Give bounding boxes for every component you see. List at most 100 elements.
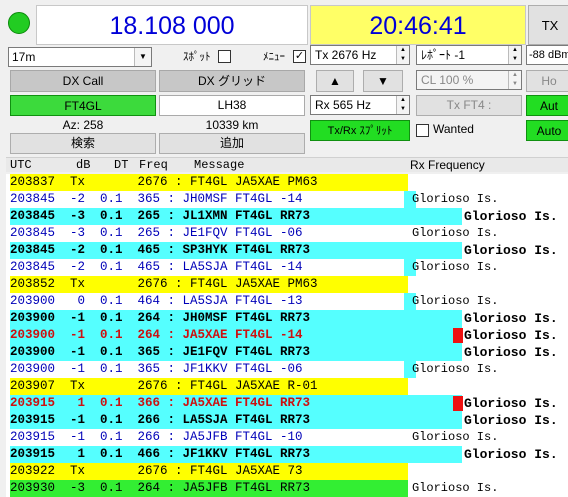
list-item[interactable]: 203915 -1 0.1 266 : JA5JFB FT4GL -10 Glo… xyxy=(6,429,568,446)
list-item[interactable]: 203837 Tx 2676 : FT4GL JA5XAE PM63 xyxy=(6,174,568,191)
tx-frequency-value: Tx 2676 Hz xyxy=(315,48,377,62)
status-lamp-icon xyxy=(8,12,30,34)
list-item[interactable]: 203915 -1 0.1 266 : LA5SJA FT4GL RR73 Gl… xyxy=(6,412,568,429)
report-value: ﾚﾎﾟｰﾄ -1 xyxy=(421,48,466,62)
row-text: 203837 Tx 2676 : FT4GL JA5XAE PM63 xyxy=(10,175,318,189)
menu-label: ﾒﾆｭｰ xyxy=(263,51,285,63)
list-item[interactable]: 203845 -3 0.1 265 : JE1FQV FT4GL -06 Glo… xyxy=(6,225,568,242)
row-location: Glorioso Is. xyxy=(464,311,558,326)
rx-frequency-value: Rx 565 Hz xyxy=(315,98,372,112)
decode-list-header: UTC dB DT Freq Message Rx Frequency xyxy=(6,157,568,172)
row-text: 203900 0 0.1 464 : LA5SJA FT4GL -13 xyxy=(10,294,303,308)
list-item[interactable]: 203900 -1 0.1 365 : JF1KKV FT4GL -06 Glo… xyxy=(6,361,568,378)
spin-arrows-icon: ▲ ▼ xyxy=(396,46,409,64)
row-text: 203915 -1 0.1 266 : LA5SJA FT4GL RR73 xyxy=(10,413,311,427)
col-dt: DT xyxy=(114,158,129,172)
decode-list[interactable]: 203837 Tx 2676 : FT4GL JA5XAE PM63 20384… xyxy=(6,174,568,497)
list-item[interactable]: 203900 -1 0.1 264 : JH0MSF FT4GL RR73 Gl… xyxy=(6,310,568,327)
add-button[interactable]: 追加 xyxy=(159,133,305,154)
spot-label: ｽﾎﾟｯﾄ xyxy=(183,51,211,63)
utc-clock-display: 20:46:41 xyxy=(310,5,526,45)
dx-grid-field[interactable]: LH38 xyxy=(159,95,305,116)
menu-checkbox[interactable]: ✓ xyxy=(293,50,306,63)
row-location: Glorioso Is. xyxy=(412,481,499,495)
row-text: 203845 -2 0.1 465 : LA5SJA FT4GL -14 xyxy=(10,260,303,274)
tx-ft4-button[interactable]: Tx FT4 : xyxy=(416,95,522,116)
power-readout: -88 dBm xyxy=(526,45,568,65)
lookup-button[interactable]: 検索 xyxy=(10,133,156,154)
row-text: 203930 -3 0.1 264 : JA5JFB FT4GL RR73 xyxy=(10,481,311,495)
list-item[interactable]: 203900 -1 0.1 365 : JE1FQV FT4GL RR73 Gl… xyxy=(6,344,568,361)
row-text: 203845 -3 0.1 265 : JL1XMN FT4GL RR73 xyxy=(10,209,311,223)
dx-grid-button[interactable]: DX グリッド xyxy=(159,70,305,92)
list-item[interactable]: 203930 -3 0.1 264 : JA5JFB FT4GL RR73 Gl… xyxy=(6,480,568,497)
row-text: 203845 -2 0.1 365 : JH0MSF FT4GL -14 xyxy=(10,192,303,206)
auto-button[interactable]: Auto xyxy=(526,120,568,141)
row-text: 203900 -1 0.1 365 : JE1FQV FT4GL RR73 xyxy=(10,345,311,359)
wanted-checkbox[interactable] xyxy=(416,124,429,137)
cl-spinbox[interactable]: CL 100 % ▲ ▼ xyxy=(416,70,522,90)
row-text: 203915 1 0.1 466 : JF1KKV FT4GL RR73 xyxy=(10,447,311,461)
dial-frequency-display: 18.108 000 xyxy=(36,5,308,45)
auto-seq-button[interactable]: Aut xyxy=(526,95,568,116)
col-freq: Freq xyxy=(139,158,168,172)
row-location: Glorioso Is. xyxy=(412,192,499,206)
hold-button[interactable]: Ho xyxy=(526,70,568,92)
row-text: 203922 Tx 2676 : FT4GL JA5XAE 73 xyxy=(10,464,303,478)
tx-button[interactable]: TX xyxy=(528,5,568,45)
azimuth-readout: Az: 258 xyxy=(62,118,104,132)
row-location: Glorioso Is. xyxy=(464,413,558,428)
row-text: 203915 -1 0.1 266 : JA5JFB FT4GL -10 xyxy=(10,430,303,444)
list-item[interactable]: 203852 Tx 2676 : FT4GL JA5XAE PM63 xyxy=(6,276,568,293)
row-location: Glorioso Is. xyxy=(412,294,499,308)
row-location: Glorioso Is. xyxy=(412,226,499,240)
spin-arrows-icon: ▲ ▼ xyxy=(396,96,409,114)
row-text: 203900 -1 0.1 365 : JF1KKV FT4GL -06 xyxy=(10,362,303,376)
row-text: 203907 Tx 2676 : FT4GL JA5XAE R-01 xyxy=(10,379,318,393)
list-item[interactable]: 203915 1 0.1 366 : JA5XAE FT4GL RR73 Glo… xyxy=(6,395,568,412)
band-select-value: 17m xyxy=(12,50,36,64)
alert-marker-icon xyxy=(453,328,463,343)
dx-call-field[interactable]: FT4GL xyxy=(10,95,156,116)
col-db: dB xyxy=(76,158,91,172)
row-location: Glorioso Is. xyxy=(464,396,558,411)
row-text: 203852 Tx 2676 : FT4GL JA5XAE PM63 xyxy=(10,277,318,291)
distance-readout: 10339 km xyxy=(205,118,259,132)
chevron-down-icon: ▼ xyxy=(134,48,151,66)
row-location: Glorioso Is. xyxy=(412,430,499,444)
row-location: Glorioso Is. xyxy=(464,328,558,343)
row-location: Glorioso Is. xyxy=(412,260,499,274)
list-item[interactable]: 203845 -3 0.1 265 : JL1XMN FT4GL RR73 Gl… xyxy=(6,208,568,225)
row-text: 203900 -1 0.1 264 : JA5XAE FT4GL -14 xyxy=(10,328,303,342)
row-location: Glorioso Is. xyxy=(464,209,558,224)
list-item[interactable]: 203915 1 0.1 466 : JF1KKV FT4GL RR73 Glo… xyxy=(6,446,568,463)
report-spinbox[interactable]: ﾚﾎﾟｰﾄ -1 ▲ ▼ xyxy=(416,45,522,65)
col-utc: UTC xyxy=(10,158,32,172)
row-text: 203900 -1 0.1 264 : JH0MSF FT4GL RR73 xyxy=(10,311,311,325)
list-item[interactable]: 203845 -2 0.1 465 : LA5SJA FT4GL -14 Glo… xyxy=(6,259,568,276)
row-location: Glorioso Is. xyxy=(464,345,558,360)
tx-down-button[interactable]: ▼ xyxy=(363,70,403,92)
row-location: Glorioso Is. xyxy=(464,243,558,258)
row-location: Glorioso Is. xyxy=(464,447,558,462)
band-select[interactable]: 17m ▼ xyxy=(8,47,152,67)
tx-frequency-spinbox[interactable]: Tx 2676 Hz ▲ ▼ xyxy=(310,45,410,65)
cl-value: CL 100 % xyxy=(421,73,474,87)
dx-call-button[interactable]: DX Call xyxy=(10,70,156,92)
tx-up-button[interactable]: ▲ xyxy=(316,70,354,92)
alert-marker-icon xyxy=(453,396,463,411)
wanted-label: Wanted xyxy=(433,122,474,136)
list-item[interactable]: 203845 -2 0.1 465 : SP3HYK FT4GL RR73 Gl… xyxy=(6,242,568,259)
spot-checkbox[interactable] xyxy=(218,50,231,63)
list-item[interactable]: 203900 -1 0.1 264 : JA5XAE FT4GL -14 Glo… xyxy=(6,327,568,344)
split-button[interactable]: Tx/Rx ｽﾌﾟﾘｯﾄ xyxy=(310,120,410,141)
spin-arrows-icon: ▲ ▼ xyxy=(508,71,521,89)
rx-frequency-spinbox[interactable]: Rx 565 Hz ▲ ▼ xyxy=(310,95,410,115)
row-text: 203845 -2 0.1 465 : SP3HYK FT4GL RR73 xyxy=(10,243,311,257)
col-message: Message xyxy=(194,158,245,172)
list-item[interactable]: 203922 Tx 2676 : FT4GL JA5XAE 73 xyxy=(6,463,568,480)
row-text: 203845 -3 0.1 265 : JE1FQV FT4GL -06 xyxy=(10,226,303,240)
list-item[interactable]: 203907 Tx 2676 : FT4GL JA5XAE R-01 xyxy=(6,378,568,395)
list-item[interactable]: 203845 -2 0.1 365 : JH0MSF FT4GL -14 Glo… xyxy=(6,191,568,208)
list-item[interactable]: 203900 0 0.1 464 : LA5SJA FT4GL -13 Glor… xyxy=(6,293,568,310)
